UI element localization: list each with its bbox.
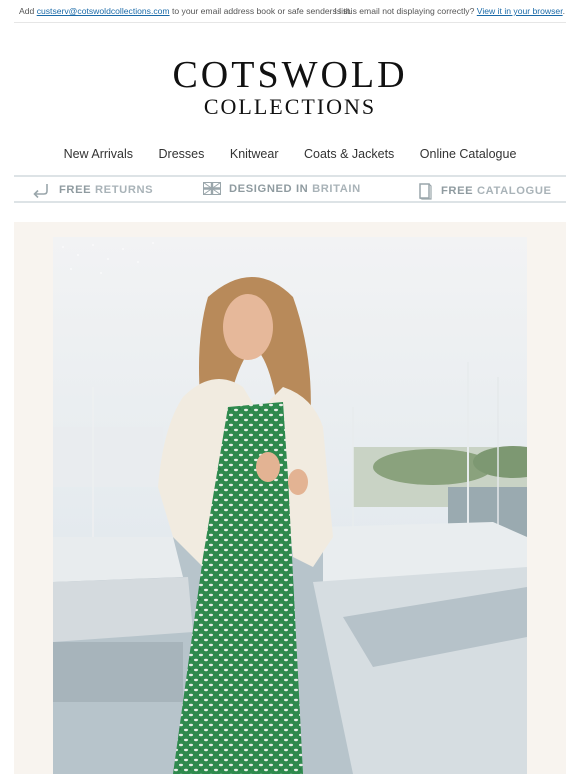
- usp-free-catalogue[interactable]: FREE CATALOGUE: [417, 182, 552, 200]
- usp-returns-light: RETURNS: [94, 184, 154, 196]
- usp-britain-light: BRITAIN: [312, 182, 361, 195]
- union-flag-icon: [203, 182, 221, 195]
- view-in-browser-link[interactable]: View it in your browser: [477, 6, 563, 16]
- customer-service-email-link[interactable]: custserv@cotswoldcollections.com: [37, 6, 170, 16]
- hero-image-illustration: [53, 237, 527, 774]
- main-nav: New Arrivals Dresses Knitwear Coats & Ja…: [0, 147, 580, 161]
- return-arrow-icon: [33, 184, 48, 198]
- nav-online-catalogue[interactable]: Online Catalogue: [420, 147, 517, 161]
- nav-knitwear[interactable]: Knitwear: [230, 147, 279, 161]
- usp-designed-in-britain[interactable]: DESIGNED IN BRITAIN: [203, 182, 361, 195]
- preheader: Add custserv@cotswoldcollections.com to …: [0, 0, 580, 22]
- logo-line-2: COLLECTIONS: [203, 94, 377, 119]
- usp-bar: FREE RETURNS DESIGNED IN BRITAIN FREE CA…: [14, 175, 566, 203]
- hero-photo[interactable]: [53, 237, 527, 774]
- nav-coats-jackets[interactable]: Coats & Jackets: [304, 147, 394, 161]
- display-question: Is this email not displaying correctly?: [334, 6, 475, 16]
- nav-new-arrivals[interactable]: New Arrivals: [64, 147, 133, 161]
- nav-dresses[interactable]: Dresses: [159, 147, 205, 161]
- add-prefix: Add: [19, 6, 35, 16]
- usp-catalogue-bold: FREE: [441, 185, 474, 197]
- logo-line-1: COTSWOLD: [172, 54, 408, 96]
- brand-logo[interactable]: COTSWOLD COLLECTIONS: [0, 56, 580, 118]
- usp-designed-bold: DESIGNED IN: [229, 182, 309, 195]
- add-suffix: to your email address book or safe sende…: [171, 6, 353, 16]
- divider: [14, 22, 566, 23]
- preheader-add-contact: Add custserv@cotswoldcollections.com to …: [19, 6, 352, 16]
- usp-catalogue-light: CATALOGUE: [476, 185, 552, 197]
- preheader-view-browser: Is this email not displaying correctly? …: [334, 6, 565, 16]
- browser-suffix: .: [562, 6, 565, 16]
- usp-returns-bold: FREE: [59, 184, 92, 196]
- catalogue-book-icon: [419, 183, 432, 200]
- usp-free-returns[interactable]: FREE RETURNS: [31, 182, 153, 198]
